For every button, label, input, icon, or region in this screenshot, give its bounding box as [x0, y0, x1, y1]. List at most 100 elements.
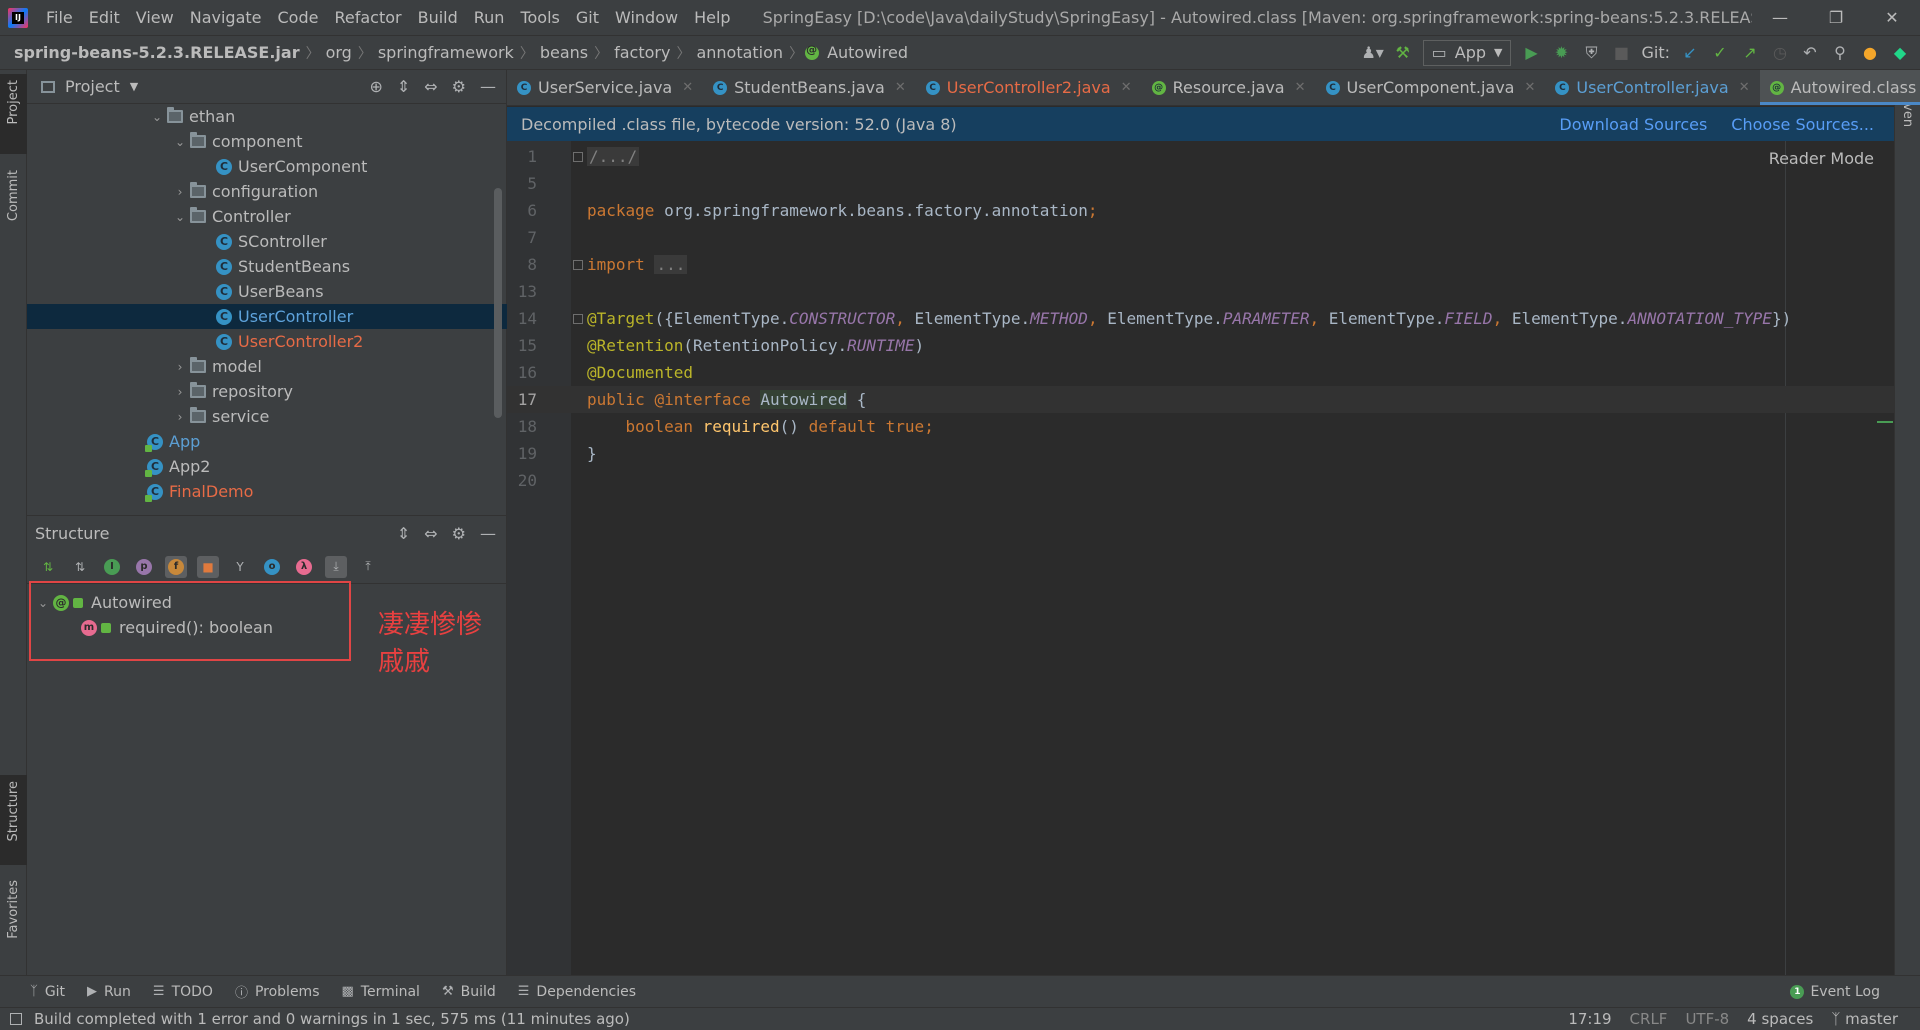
- debug-icon[interactable]: ✹: [1551, 43, 1571, 63]
- reader-mode-button[interactable]: Reader Mode: [1769, 149, 1874, 168]
- close-icon[interactable]: ✕: [1524, 80, 1535, 95]
- code-editor[interactable]: 1 /.../ 5 6 package org.springframework.…: [507, 141, 1894, 975]
- menu-run[interactable]: Run: [466, 8, 513, 27]
- show-properties-icon[interactable]: p: [133, 556, 155, 578]
- breadcrumb-factory[interactable]: factory: [610, 43, 674, 62]
- tree-item-component[interactable]: ⌄ component: [27, 129, 507, 154]
- menu-tools[interactable]: Tools: [512, 8, 567, 27]
- stop-icon[interactable]: ■: [1611, 43, 1631, 63]
- git-update-icon[interactable]: ↙: [1680, 43, 1700, 63]
- autoscroll-to-source-icon[interactable]: ⤓: [325, 555, 347, 578]
- tree-item-usercomponent[interactable]: C UserComponent: [27, 154, 507, 179]
- autoscroll-from-source-icon[interactable]: ⤒: [357, 556, 379, 578]
- commit-tool-tab[interactable]: Commit: [0, 170, 27, 250]
- tab-usercontroller2[interactable]: C UserController2.java ✕: [916, 70, 1142, 105]
- menu-help[interactable]: Help: [686, 8, 738, 27]
- breadcrumb-org[interactable]: org: [322, 43, 356, 62]
- fold-icon[interactable]: [573, 314, 583, 324]
- chevron-right-icon[interactable]: ›: [170, 360, 190, 374]
- show-inherited-icon[interactable]: I: [101, 556, 123, 578]
- tree-item-app[interactable]: C App: [27, 429, 507, 454]
- gear-icon[interactable]: ⚙: [452, 77, 466, 96]
- expand-all-icon[interactable]: ⇕: [397, 77, 410, 96]
- git-history-icon[interactable]: ◷: [1770, 43, 1790, 63]
- coverage-icon[interactable]: ⛨: [1581, 43, 1601, 63]
- menu-git[interactable]: Git: [568, 8, 607, 27]
- hide-icon[interactable]: —: [480, 77, 496, 96]
- line-separator[interactable]: CRLF: [1630, 1010, 1668, 1028]
- breadcrumb-jar[interactable]: spring-beans-5.2.3.RELEASE.jar: [0, 43, 304, 62]
- fold-icon[interactable]: [573, 260, 583, 270]
- menu-file[interactable]: File: [38, 8, 81, 27]
- tab-run[interactable]: ▶ Run: [87, 984, 131, 1000]
- chevron-right-icon[interactable]: ›: [170, 185, 190, 199]
- close-icon[interactable]: ✕: [682, 80, 693, 95]
- tab-usercontroller[interactable]: C UserController.java ✕: [1545, 70, 1759, 105]
- choose-sources-link[interactable]: Choose Sources...: [1731, 115, 1874, 134]
- tree-item-finaldemo[interactable]: C FinalDemo: [27, 479, 507, 504]
- menu-navigate[interactable]: Navigate: [182, 8, 270, 27]
- close-icon[interactable]: ✕: [1295, 80, 1306, 95]
- tree-item-usercontroller2[interactable]: C UserController2: [27, 329, 507, 354]
- restore-button[interactable]: ❐: [1808, 0, 1864, 36]
- tree-item-studentbeans[interactable]: C StudentBeans: [27, 254, 507, 279]
- minimize-button[interactable]: —: [1752, 0, 1808, 36]
- file-encoding[interactable]: UTF-8: [1685, 1010, 1729, 1028]
- tree-item-configuration[interactable]: › configuration: [27, 179, 507, 204]
- close-icon[interactable]: ✕: [895, 80, 906, 95]
- locate-icon[interactable]: ⊕: [369, 77, 382, 96]
- tree-item-scontroller[interactable]: C SController: [27, 229, 507, 254]
- sort-by-visibility-icon[interactable]: ⇅: [37, 556, 59, 578]
- chevron-right-icon[interactable]: ›: [170, 410, 190, 424]
- tab-autowired-class[interactable]: @ Autowired.class ✕: [1759, 70, 1920, 105]
- breadcrumb-springframework[interactable]: springframework: [374, 43, 518, 62]
- chevron-right-icon[interactable]: ›: [170, 385, 190, 399]
- tree-item-model[interactable]: › model: [27, 354, 507, 379]
- tab-studentbeans[interactable]: C StudentBeans.java ✕: [703, 70, 916, 105]
- menu-refactor[interactable]: Refactor: [326, 8, 409, 27]
- git-commit-icon[interactable]: ✓: [1710, 43, 1730, 63]
- tab-resource[interactable]: @ Resource.java ✕: [1142, 70, 1316, 105]
- event-log-button[interactable]: 1 Event Log: [1790, 984, 1920, 1000]
- tab-todo[interactable]: ☰ TODO: [153, 984, 213, 1000]
- rollback-icon[interactable]: ↶: [1800, 43, 1820, 63]
- sort-alphabetically-icon[interactable]: ⇅: [69, 556, 91, 578]
- hide-icon[interactable]: —: [480, 524, 496, 543]
- tab-build[interactable]: ⚒ Build: [442, 984, 496, 1000]
- lambda-icon[interactable]: λ: [293, 556, 315, 578]
- git-push-icon[interactable]: ↗: [1740, 43, 1760, 63]
- tree-item-repository[interactable]: › repository: [27, 379, 507, 404]
- tree-item-userbeans[interactable]: C UserBeans: [27, 279, 507, 304]
- close-icon[interactable]: ✕: [1121, 80, 1132, 95]
- build-hammer-icon[interactable]: ⚒: [1393, 43, 1413, 63]
- menu-edit[interactable]: Edit: [81, 8, 128, 27]
- chevron-down-icon[interactable]: ⌄: [170, 210, 190, 224]
- close-icon[interactable]: ✕: [1739, 80, 1750, 95]
- tab-usercomponent[interactable]: C UserComponent.java ✕: [1316, 70, 1546, 105]
- download-sources-link[interactable]: Download Sources: [1559, 115, 1707, 134]
- update-ide-icon[interactable]: ●: [1860, 43, 1880, 63]
- tab-git[interactable]: ᛉ Git: [30, 984, 65, 1000]
- collapse-all-icon[interactable]: ⇔: [424, 524, 437, 543]
- breadcrumb-autowired[interactable]: Autowired: [823, 43, 912, 62]
- fold-icon[interactable]: [573, 152, 583, 162]
- user-icon[interactable]: ♟▾: [1361, 43, 1383, 63]
- show-fields-icon[interactable]: f: [165, 555, 187, 578]
- run-icon[interactable]: ▶: [1521, 43, 1541, 63]
- menu-view[interactable]: View: [128, 8, 182, 27]
- menu-window[interactable]: Window: [607, 8, 686, 27]
- tree-item-service[interactable]: › service: [27, 404, 507, 429]
- menu-code[interactable]: Code: [270, 8, 327, 27]
- tab-userservice[interactable]: C UserService.java ✕: [507, 70, 703, 105]
- show-non-public-icon[interactable]: ■: [197, 555, 219, 578]
- gear-icon[interactable]: ⚙: [452, 524, 466, 543]
- tree-item-usercontroller[interactable]: C UserController: [27, 304, 507, 329]
- indent-setting[interactable]: 4 spaces: [1747, 1010, 1813, 1028]
- menu-build[interactable]: Build: [410, 8, 466, 27]
- show-lambdas-icon[interactable]: Y: [229, 556, 251, 578]
- panel-toggle-icon[interactable]: [10, 1013, 22, 1025]
- tab-problems[interactable]: ⓘ Problems: [235, 982, 320, 1002]
- project-tool-tab[interactable]: Project: [0, 74, 27, 154]
- project-scrollbar[interactable]: [494, 188, 502, 418]
- caret-position[interactable]: 17:19: [1568, 1010, 1611, 1028]
